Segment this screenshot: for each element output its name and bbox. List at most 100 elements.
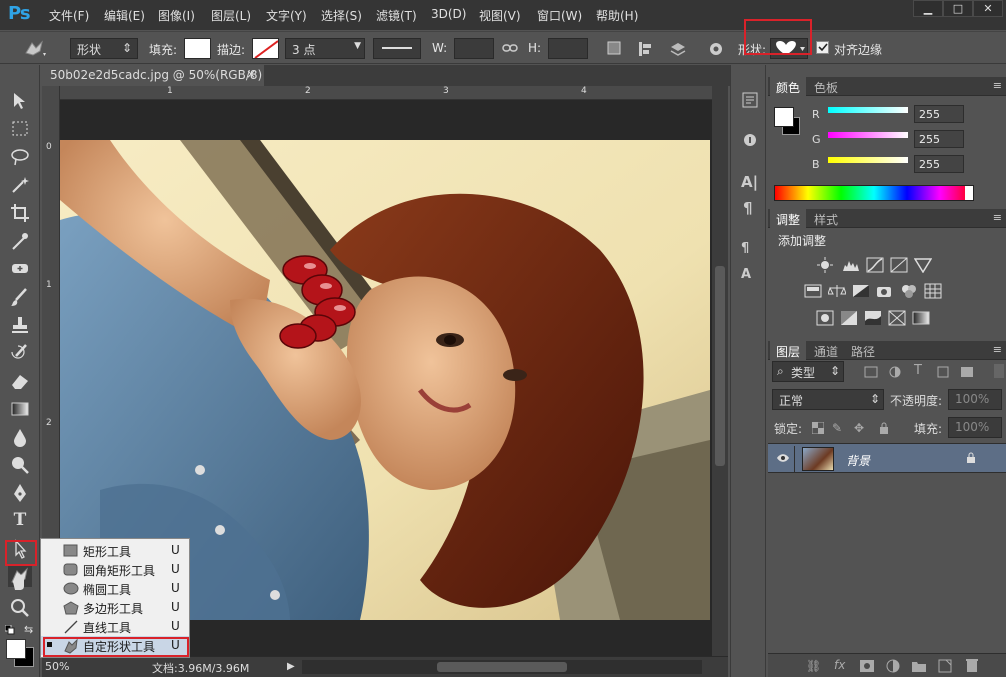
- scroll-thumb[interactable]: [437, 662, 567, 672]
- color-lookup-icon[interactable]: [924, 283, 942, 299]
- swap-colors-icon[interactable]: ⇆: [24, 623, 33, 636]
- marquee-tool-icon[interactable]: [8, 118, 32, 140]
- filter-shape-icon[interactable]: [936, 365, 950, 379]
- vertical-scrollbar[interactable]: [712, 86, 728, 656]
- tab-close-button[interactable]: ×: [246, 67, 256, 81]
- filter-toggle[interactable]: [994, 364, 1004, 378]
- add-mask-icon[interactable]: [860, 660, 874, 672]
- red-value-input[interactable]: 255: [914, 105, 964, 123]
- panel-menu-icon[interactable]: ≡: [993, 79, 1002, 92]
- menu-filter[interactable]: 滤镜(T): [376, 7, 417, 24]
- filter-adjustment-icon[interactable]: [888, 365, 902, 379]
- color-balance-icon[interactable]: [828, 283, 846, 299]
- menu-3d[interactable]: 3D(D): [431, 7, 466, 21]
- flyout-item-polygon[interactable]: 多边形工具 U: [41, 598, 189, 617]
- new-layer-icon[interactable]: [938, 659, 952, 673]
- tab-paths[interactable]: 路径: [845, 341, 881, 360]
- link-icon[interactable]: [502, 42, 518, 54]
- blend-mode-select[interactable]: 正常 ⇕: [772, 389, 884, 410]
- black-white-icon[interactable]: [852, 283, 870, 299]
- curves-icon[interactable]: [866, 257, 884, 273]
- panel-menu-icon[interactable]: ≡: [993, 343, 1002, 356]
- path-alignment-icon[interactable]: [636, 40, 654, 58]
- panel-menu-icon[interactable]: ≡: [993, 211, 1002, 224]
- close-window-button[interactable]: ✕: [973, 0, 1003, 17]
- layer-name[interactable]: 背景: [846, 452, 870, 469]
- document-tab[interactable]: 50b02e2d5cadc.jpg @ 50%(RGB/8) ×: [42, 65, 264, 86]
- character-styles-icon[interactable]: A: [741, 267, 751, 282]
- align-edges-checkbox[interactable]: [816, 41, 829, 54]
- menu-edit[interactable]: 编辑(E): [104, 7, 145, 24]
- stroke-type-select[interactable]: [373, 38, 421, 59]
- invert-icon[interactable]: [816, 310, 834, 326]
- healing-brush-tool-icon[interactable]: [8, 258, 32, 280]
- zoom-level[interactable]: 50%: [45, 660, 69, 673]
- green-channel-slider[interactable]: [828, 132, 908, 138]
- foreground-color-swatch[interactable]: [6, 639, 26, 659]
- pen-tool-icon[interactable]: [8, 482, 32, 504]
- selective-color-icon[interactable]: [888, 310, 906, 326]
- custom-shape-tool-icon[interactable]: [22, 39, 48, 59]
- tab-adjustments[interactable]: 调整: [770, 209, 807, 228]
- status-menu-arrow-icon[interactable]: ▶: [287, 661, 295, 672]
- maximize-button[interactable]: □: [943, 0, 973, 17]
- menu-file[interactable]: 文件(F): [49, 7, 89, 24]
- height-input[interactable]: [548, 38, 588, 59]
- lock-position-icon[interactable]: ✥: [854, 421, 864, 435]
- move-tool-icon[interactable]: [8, 90, 32, 112]
- flyout-item-rectangle[interactable]: 矩形工具 U: [41, 541, 189, 560]
- brightness-contrast-icon[interactable]: [816, 257, 834, 273]
- tab-layers[interactable]: 图层: [770, 341, 807, 360]
- levels-icon[interactable]: [842, 257, 860, 273]
- blur-tool-icon[interactable]: [8, 426, 32, 448]
- flyout-item-line[interactable]: 直线工具 U: [41, 617, 189, 636]
- lock-pixels-icon[interactable]: ✎: [832, 421, 842, 435]
- fill-color-swatch[interactable]: [184, 38, 211, 59]
- layer-filter-select[interactable]: ⌕ 类型 ⇕: [772, 361, 844, 382]
- path-operations-icon[interactable]: [606, 40, 624, 58]
- photo-filter-icon[interactable]: [876, 283, 894, 299]
- menu-window[interactable]: 窗口(W): [537, 7, 582, 24]
- character-panel-icon[interactable]: A|: [741, 173, 758, 191]
- default-colors-icon[interactable]: [5, 625, 15, 635]
- history-brush-tool-icon[interactable]: [8, 342, 32, 364]
- lock-transparency-icon[interactable]: [812, 422, 824, 434]
- info-panel-icon[interactable]: [741, 131, 759, 149]
- width-input[interactable]: [454, 38, 494, 59]
- flyout-item-rounded-rect[interactable]: 圆角矩形工具 U: [41, 560, 189, 579]
- layer-row[interactable]: 背景: [768, 443, 1006, 473]
- eyedropper-tool-icon[interactable]: [8, 230, 32, 252]
- brush-tool-icon[interactable]: [8, 286, 32, 308]
- menu-help[interactable]: 帮助(H): [596, 7, 638, 24]
- blue-channel-slider[interactable]: [828, 157, 908, 163]
- new-group-icon[interactable]: [912, 660, 926, 672]
- tab-color[interactable]: 颜色: [770, 77, 807, 96]
- eraser-tool-icon[interactable]: [8, 370, 32, 392]
- new-adjustment-icon[interactable]: [886, 659, 900, 673]
- stroke-color-swatch[interactable]: [252, 38, 279, 59]
- clone-stamp-tool-icon[interactable]: [8, 314, 32, 336]
- paragraph-panel-icon[interactable]: ¶: [743, 199, 753, 217]
- lock-all-icon[interactable]: [878, 422, 890, 434]
- minimize-button[interactable]: ▁: [913, 0, 943, 17]
- path-arrangement-icon[interactable]: [668, 39, 688, 59]
- paragraph-styles-icon[interactable]: ¶: [741, 241, 749, 256]
- posterize-icon[interactable]: [840, 310, 858, 326]
- gradient-tool-icon[interactable]: [8, 398, 32, 420]
- color-spectrum-bar[interactable]: [774, 185, 974, 201]
- lasso-tool-icon[interactable]: [8, 146, 32, 168]
- filter-pixel-icon[interactable]: [864, 365, 878, 379]
- gear-icon[interactable]: [707, 40, 725, 58]
- hand-tool-icon[interactable]: [8, 571, 32, 593]
- exposure-icon[interactable]: [890, 257, 908, 273]
- filter-type-icon[interactable]: T: [914, 363, 922, 378]
- menu-image[interactable]: 图像(I): [158, 7, 195, 24]
- red-channel-slider[interactable]: [828, 107, 908, 113]
- tool-mode-select[interactable]: 形状 ⇕: [70, 38, 138, 59]
- scroll-thumb[interactable]: [715, 266, 725, 466]
- delete-layer-icon[interactable]: [966, 658, 978, 672]
- tab-swatches[interactable]: 色板: [808, 77, 844, 96]
- dodge-tool-icon[interactable]: [8, 454, 32, 476]
- stroke-width-input[interactable]: 3 点 ▼: [285, 38, 365, 59]
- menu-select[interactable]: 选择(S): [321, 7, 362, 24]
